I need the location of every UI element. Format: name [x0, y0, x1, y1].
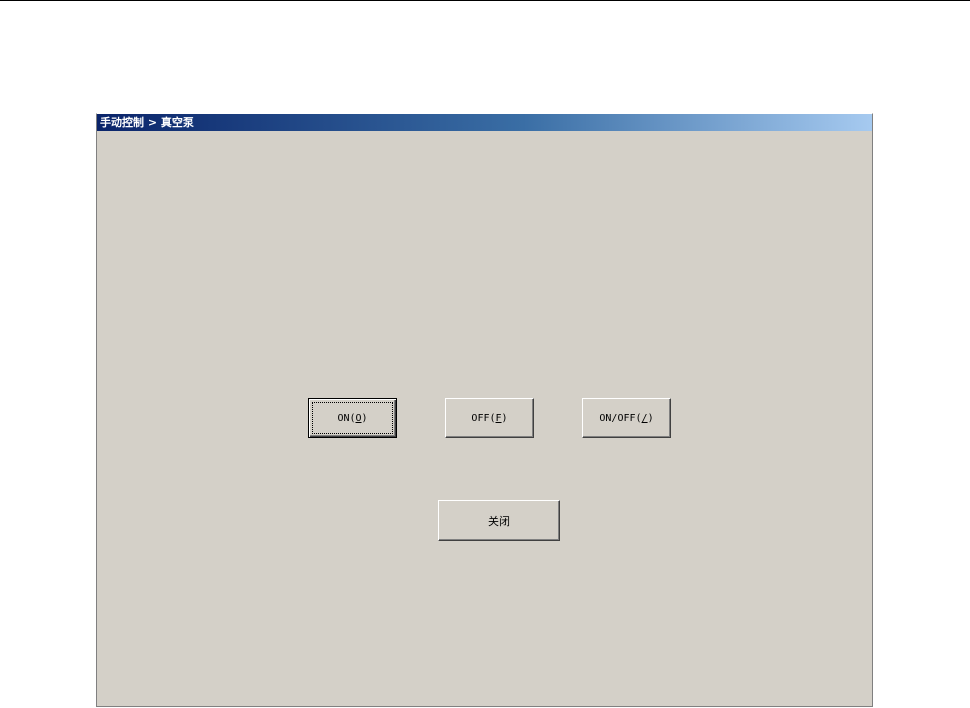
top-border-line [0, 0, 970, 1]
on-off-toggle-button[interactable]: ON/OFF(/) [582, 398, 671, 438]
vacuum-pump-dialog: 手动控制 > 真空泵 ON(O) OFF(F) ON/OFF(/) 关闭 [96, 113, 873, 707]
close-button[interactable]: 关闭 [438, 500, 560, 541]
close-button-label: 关闭 [488, 514, 510, 528]
on-button[interactable]: ON(O) [308, 398, 397, 438]
dialog-title-bar: 手动控制 > 真空泵 [97, 114, 872, 131]
off-button-label: OFF(F) [471, 412, 508, 424]
off-button[interactable]: OFF(F) [445, 398, 534, 438]
dialog-title: 手动控制 > 真空泵 [100, 116, 194, 129]
on-off-button-label: ON/OFF(/) [599, 412, 654, 424]
on-button-label: ON(O) [337, 412, 368, 424]
